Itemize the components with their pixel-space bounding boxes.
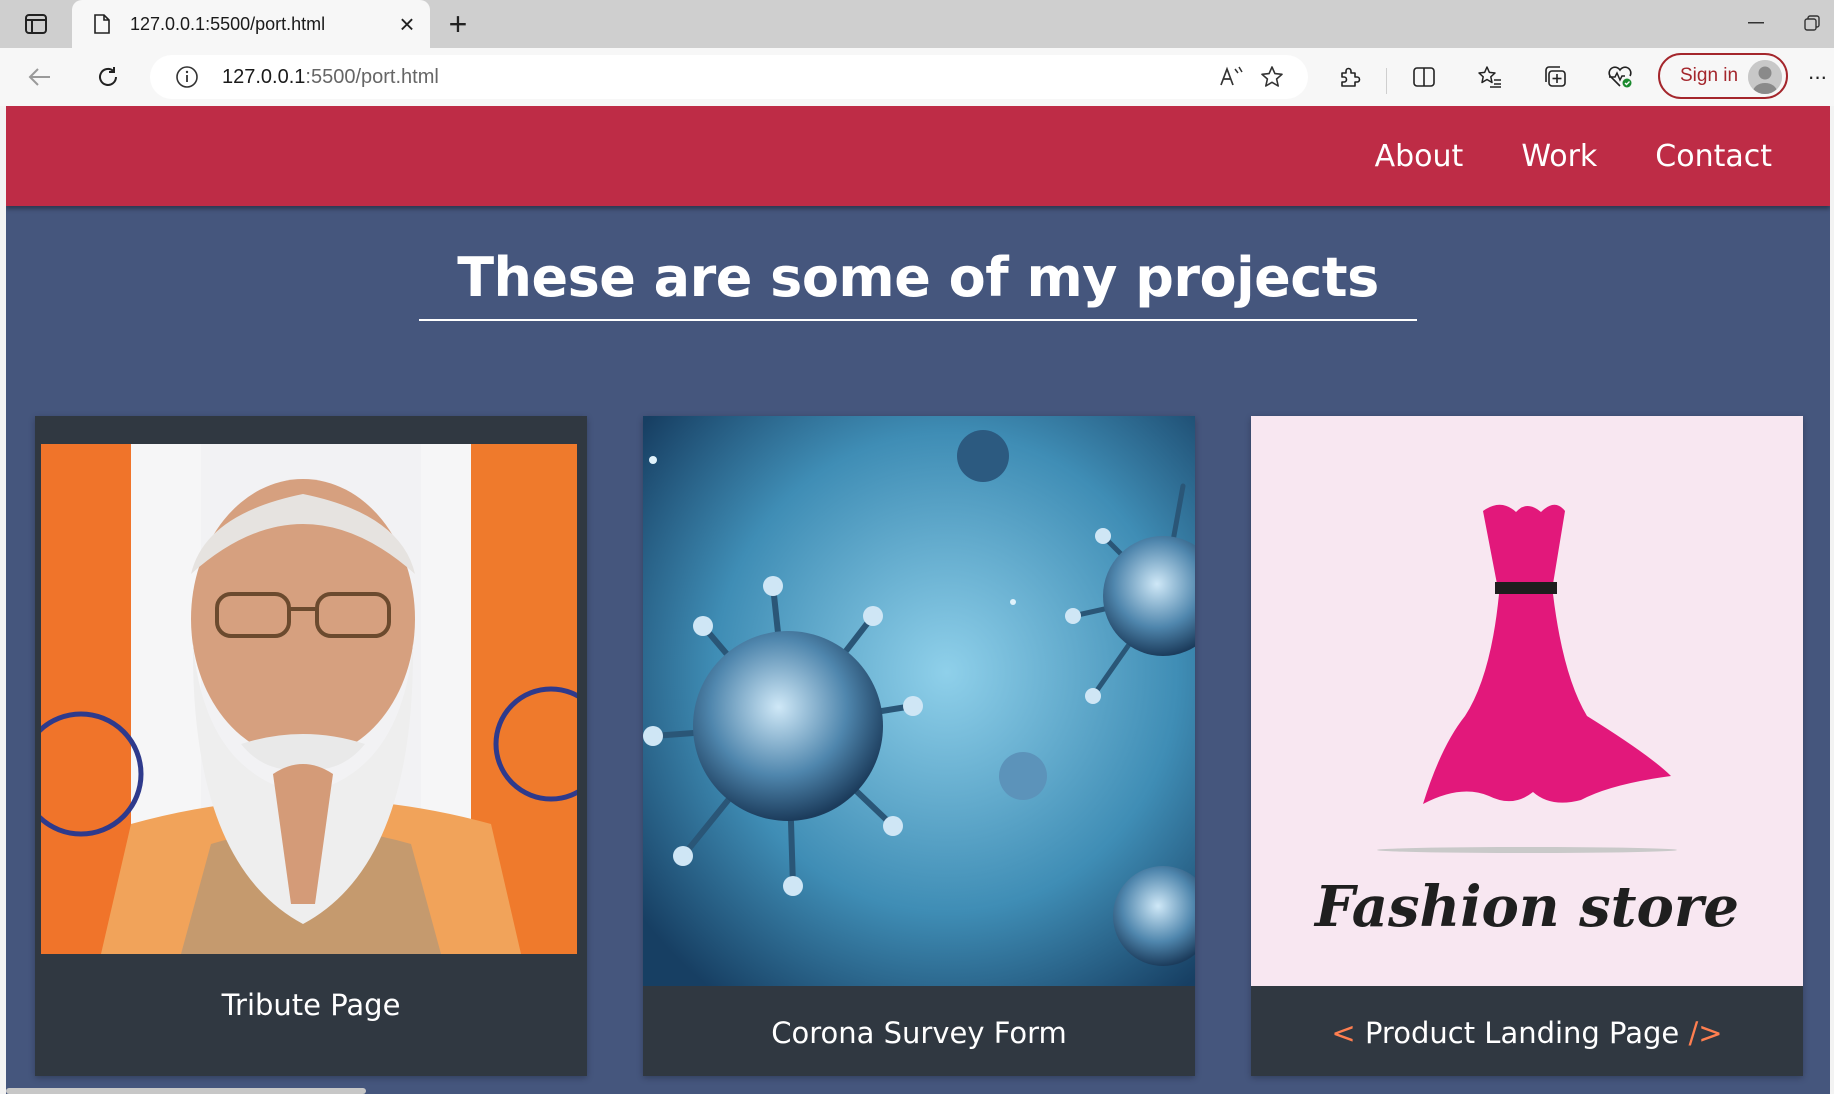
heart-pulse-icon (1608, 66, 1632, 88)
site-info-icon[interactable] (174, 64, 200, 90)
projects-heading: These are some of my projects (419, 246, 1417, 321)
projects-header: These are some of my projects (6, 246, 1830, 321)
project-card-tribute[interactable]: Tribute Page (35, 416, 587, 1076)
minimize-icon (1748, 22, 1764, 24)
project-image-fashion: Fashion store (1251, 416, 1803, 986)
restore-window-button[interactable] (1795, 8, 1829, 38)
favorites-button[interactable] (1470, 57, 1510, 97)
puzzle-icon (1341, 67, 1361, 87)
nav-links: About Work Contact (1375, 106, 1830, 206)
nav-link-about[interactable]: About (1375, 139, 1464, 174)
restore-icon (1804, 15, 1820, 31)
nav-link-contact[interactable]: Contact (1655, 139, 1772, 174)
tab-actions-button[interactable] (14, 10, 58, 38)
open-bracket: < (1331, 1016, 1356, 1050)
site-navbar: About Work Contact (6, 106, 1830, 206)
extensions-button[interactable] (1330, 57, 1370, 97)
split-screen-button[interactable] (1404, 57, 1444, 97)
address-bar[interactable]: 127.0.0.1:5500/port.html (150, 55, 1308, 99)
page-icon (92, 12, 112, 36)
close-tab-button[interactable]: × (390, 7, 424, 41)
read-aloud-icon[interactable] (1212, 57, 1252, 97)
fashion-logo-text: Fashion store (1315, 874, 1739, 940)
project-image-portrait (41, 444, 577, 954)
minimize-window-button[interactable] (1736, 8, 1776, 38)
tab-title: 127.0.0.1:5500/port.html (130, 13, 326, 34)
sign-in-label: Sign in (1680, 65, 1739, 86)
horizontal-scrollbar[interactable] (6, 1088, 366, 1094)
back-arrow-icon (28, 68, 50, 86)
favorite-star-icon[interactable] (1252, 57, 1292, 97)
reload-icon (99, 67, 117, 86)
new-tab-button[interactable]: + (440, 6, 476, 42)
collections-button[interactable] (1536, 57, 1576, 97)
browser-tab-active[interactable]: 127.0.0.1:5500/port.html × (72, 0, 430, 48)
project-image-virus (643, 416, 1195, 986)
browser-tab-strip: 127.0.0.1:5500/port.html × + (0, 0, 1834, 48)
project-title-tribute-text[interactable]: Tribute Page (35, 988, 587, 1022)
avatar (1748, 60, 1782, 94)
favorites-list-icon (1478, 66, 1501, 88)
tab-actions-icon (25, 14, 47, 34)
back-button[interactable] (20, 57, 60, 97)
split-screen-icon (1413, 67, 1435, 87)
nav-link-work[interactable]: Work (1521, 139, 1597, 174)
virus-illustration-graphic (643, 416, 1195, 986)
url-text: 127.0.0.1:5500/port.html (222, 66, 1212, 89)
toolbar-divider (1386, 68, 1387, 94)
portrait-photo-graphic (41, 444, 577, 954)
browser-toolbar: 127.0.0.1:5500/port.html Sign in ··· (0, 48, 1834, 106)
browser-essentials-button[interactable] (1600, 57, 1640, 97)
close-bracket: /> (1688, 1016, 1723, 1050)
project-title-survey[interactable]: Corona Survey Form (643, 1016, 1195, 1050)
project-title-landing[interactable]: < Product Landing Page /> (1251, 1016, 1803, 1050)
url-host: 127.0.0.1 (222, 65, 306, 88)
project-title-landing-text: Product Landing Page (1364, 1016, 1680, 1050)
url-path: :5500/port.html (305, 65, 439, 88)
project-card-landing[interactable]: Fashion store < Product Landing Page /> (1251, 416, 1803, 1076)
page-viewport: About Work Contact These are some of my … (6, 106, 1830, 1094)
more-options-button[interactable]: ··· (1802, 57, 1832, 97)
collections-icon (1545, 66, 1566, 87)
sign-in-button[interactable]: Sign in (1658, 53, 1788, 99)
project-card-survey[interactable]: Corona Survey Form (643, 416, 1195, 1076)
reload-button[interactable] (88, 57, 128, 97)
